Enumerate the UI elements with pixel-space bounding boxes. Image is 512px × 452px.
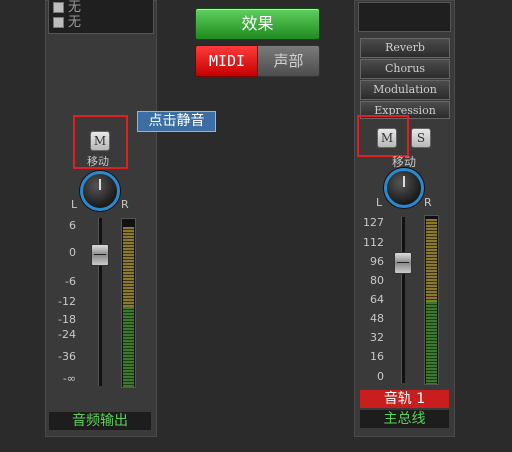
mute-tooltip: 点击静音 <box>137 111 216 132</box>
left-pan-knob[interactable] <box>80 171 120 211</box>
left-pan-right-label: R <box>121 198 129 211</box>
scale-tick: -6 <box>65 275 76 288</box>
right-top-box <box>358 2 451 32</box>
left-mute-button[interactable]: M <box>90 131 110 151</box>
scale-tick: 64 <box>370 293 384 306</box>
right-fader-handle[interactable] <box>394 252 412 274</box>
scale-tick: 0 <box>69 246 76 259</box>
fx-slot-modulation[interactable]: Modulation <box>360 80 450 100</box>
right-fader-track <box>401 217 405 383</box>
right-level-meter <box>424 215 439 385</box>
scale-tick: 127 <box>363 216 384 229</box>
fx-slot-reverb[interactable]: Reverb <box>360 38 450 58</box>
scale-tick: 32 <box>370 331 384 344</box>
right-pan-right-label: R <box>424 196 432 209</box>
right-track-name: 音轨 1 <box>360 390 449 408</box>
left-fader-handle[interactable] <box>91 244 109 266</box>
right-pan-knob[interactable] <box>384 168 424 208</box>
right-mute-button[interactable]: M <box>377 128 397 148</box>
left-move-label: 移动 <box>87 155 109 168</box>
fx-slot-chorus[interactable]: Chorus <box>360 59 450 79</box>
scale-tick: 0 <box>377 370 384 383</box>
scale-tick: -24 <box>58 328 76 341</box>
effects-button[interactable]: 效果 <box>195 8 320 40</box>
scale-tick: 16 <box>370 350 384 363</box>
scale-tick: -18 <box>58 313 76 326</box>
scale-tick: 6 <box>69 219 76 232</box>
scale-tick: -∞ <box>62 372 76 385</box>
scale-tick: -36 <box>58 350 76 363</box>
right-bus-name: 主总线 <box>360 410 449 428</box>
midi-button[interactable]: MIDI <box>195 45 259 77</box>
left-pan-left-label: L <box>71 198 78 211</box>
left-channel-name: 音频输出 <box>49 412 151 430</box>
scale-tick: 112 <box>363 236 384 249</box>
option-checkbox-2[interactable] <box>53 17 64 28</box>
right-pan-left-label: L <box>376 196 383 209</box>
scale-tick: 96 <box>370 255 384 268</box>
left-level-meter <box>121 218 136 388</box>
option-label-2: 无 <box>68 15 82 30</box>
option-label-1: 无 <box>68 0 82 15</box>
scale-tick: 48 <box>370 312 384 325</box>
voice-button[interactable]: 声部 <box>257 45 320 77</box>
right-solo-button[interactable]: S <box>411 128 431 148</box>
scale-tick: 80 <box>370 274 384 287</box>
scale-tick: -12 <box>58 295 76 308</box>
option-checkbox-1[interactable] <box>53 2 64 13</box>
